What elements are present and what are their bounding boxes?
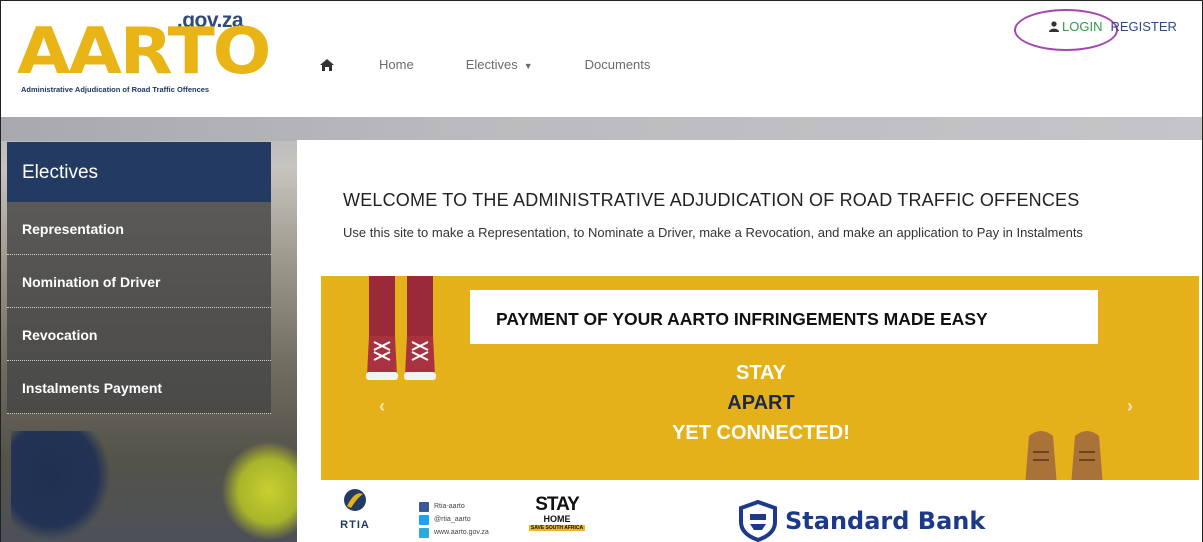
chevron-down-icon: ▼ xyxy=(523,61,533,71)
sidebar-title: Electives xyxy=(7,142,271,202)
stay-home-logo: STAY HOME SAVE SOUTH AFRICA xyxy=(529,494,585,540)
facebook-icon xyxy=(419,501,429,512)
social-links: Rtia-aarto @rtia_aarto www.aarto.gov.za xyxy=(419,500,489,539)
social-web-text: www.aarto.gov.za xyxy=(434,529,489,536)
login-link[interactable]: LOGIN xyxy=(1049,19,1102,34)
register-link[interactable]: REGISTER xyxy=(1110,19,1176,34)
social-row[interactable]: www.aarto.gov.za xyxy=(419,526,489,539)
carousel-prev-icon[interactable]: ‹ xyxy=(379,396,385,417)
main-content: WELCOME TO THE ADMINISTRATIVE ADJUDICATI… xyxy=(297,140,1202,542)
carousel-next-icon[interactable]: › xyxy=(1127,396,1133,417)
partner-footer: RTIA Rtia-aarto @rtia_aarto www.aarto.go… xyxy=(321,480,1199,542)
sidebar-item-instalments[interactable]: Instalments Payment xyxy=(7,361,271,414)
sidebar-item-revocation[interactable]: Revocation xyxy=(7,308,271,361)
standard-bank-text: Standard Bank xyxy=(785,507,986,535)
background-sky xyxy=(1,117,1202,141)
login-label: LOGIN xyxy=(1062,19,1103,34)
nav-home[interactable]: Home xyxy=(379,57,414,72)
auth-links: LOGIN REGISTER xyxy=(1049,19,1177,34)
social-facebook-text: Rtia-aarto xyxy=(434,503,465,510)
stay-home-tag: SAVE SOUTH AFRICA xyxy=(529,525,585,531)
aarto-logo[interactable]: .gov.za AARTO Administrative Adjudicatio… xyxy=(15,9,271,97)
rtia-text: RTIA xyxy=(340,519,370,531)
page-title: WELCOME TO THE ADMINISTRATIVE ADJUDICATI… xyxy=(343,190,1080,210)
banner-headline: PAYMENT OF YOUR AARTO INFRINGEMENTS MADE… xyxy=(496,309,988,329)
social-row[interactable]: @rtia_aarto xyxy=(419,513,489,526)
social-twitter-text: @rtia_aarto xyxy=(434,516,471,523)
social-row[interactable]: Rtia-aarto xyxy=(419,500,489,513)
sidebar-item-nomination[interactable]: Nomination of Driver xyxy=(7,255,271,308)
banner-line-stay: STAY xyxy=(735,362,787,384)
globe-icon xyxy=(419,527,429,538)
standard-bank-logo: Standard Bank xyxy=(737,500,985,542)
nav-documents[interactable]: Documents xyxy=(585,57,651,72)
stay-home-small: HOME xyxy=(543,514,571,524)
home-icon[interactable] xyxy=(319,58,335,72)
electives-sidebar: Electives Representation Nomination of D… xyxy=(7,142,271,414)
background-vest xyxy=(221,441,301,541)
main-nav: Home Electives ▼ Documents xyxy=(319,57,702,72)
rtia-logo: RTIA xyxy=(335,488,375,531)
rtia-emblem-icon xyxy=(344,489,366,511)
standard-bank-shield-icon xyxy=(739,500,777,542)
logo-wordmark: AARTO xyxy=(17,15,271,89)
nav-electives[interactable]: Electives ▼ xyxy=(466,57,533,72)
nav-electives-label: Electives xyxy=(465,57,518,72)
brown-shoes-image xyxy=(1025,431,1103,486)
sidebar-item-representation[interactable]: Representation xyxy=(7,202,271,255)
twitter-icon xyxy=(419,514,429,525)
promo-carousel[interactable]: PAYMENT OF YOUR AARTO INFRINGEMENTS MADE… xyxy=(321,276,1199,486)
background-figure xyxy=(11,431,111,541)
site-header: .gov.za AARTO Administrative Adjudicatio… xyxy=(1,1,1202,117)
banner-headline-box: PAYMENT OF YOUR AARTO INFRINGEMENTS MADE… xyxy=(470,290,1098,344)
banner-line-apart: APART xyxy=(727,392,795,414)
logo-tagline: Administrative Adjudication of Road Traf… xyxy=(21,85,210,94)
user-icon xyxy=(1049,21,1059,32)
stay-home-big: STAY xyxy=(535,494,580,515)
page-subtitle: Use this site to make a Representation, … xyxy=(343,225,1083,240)
